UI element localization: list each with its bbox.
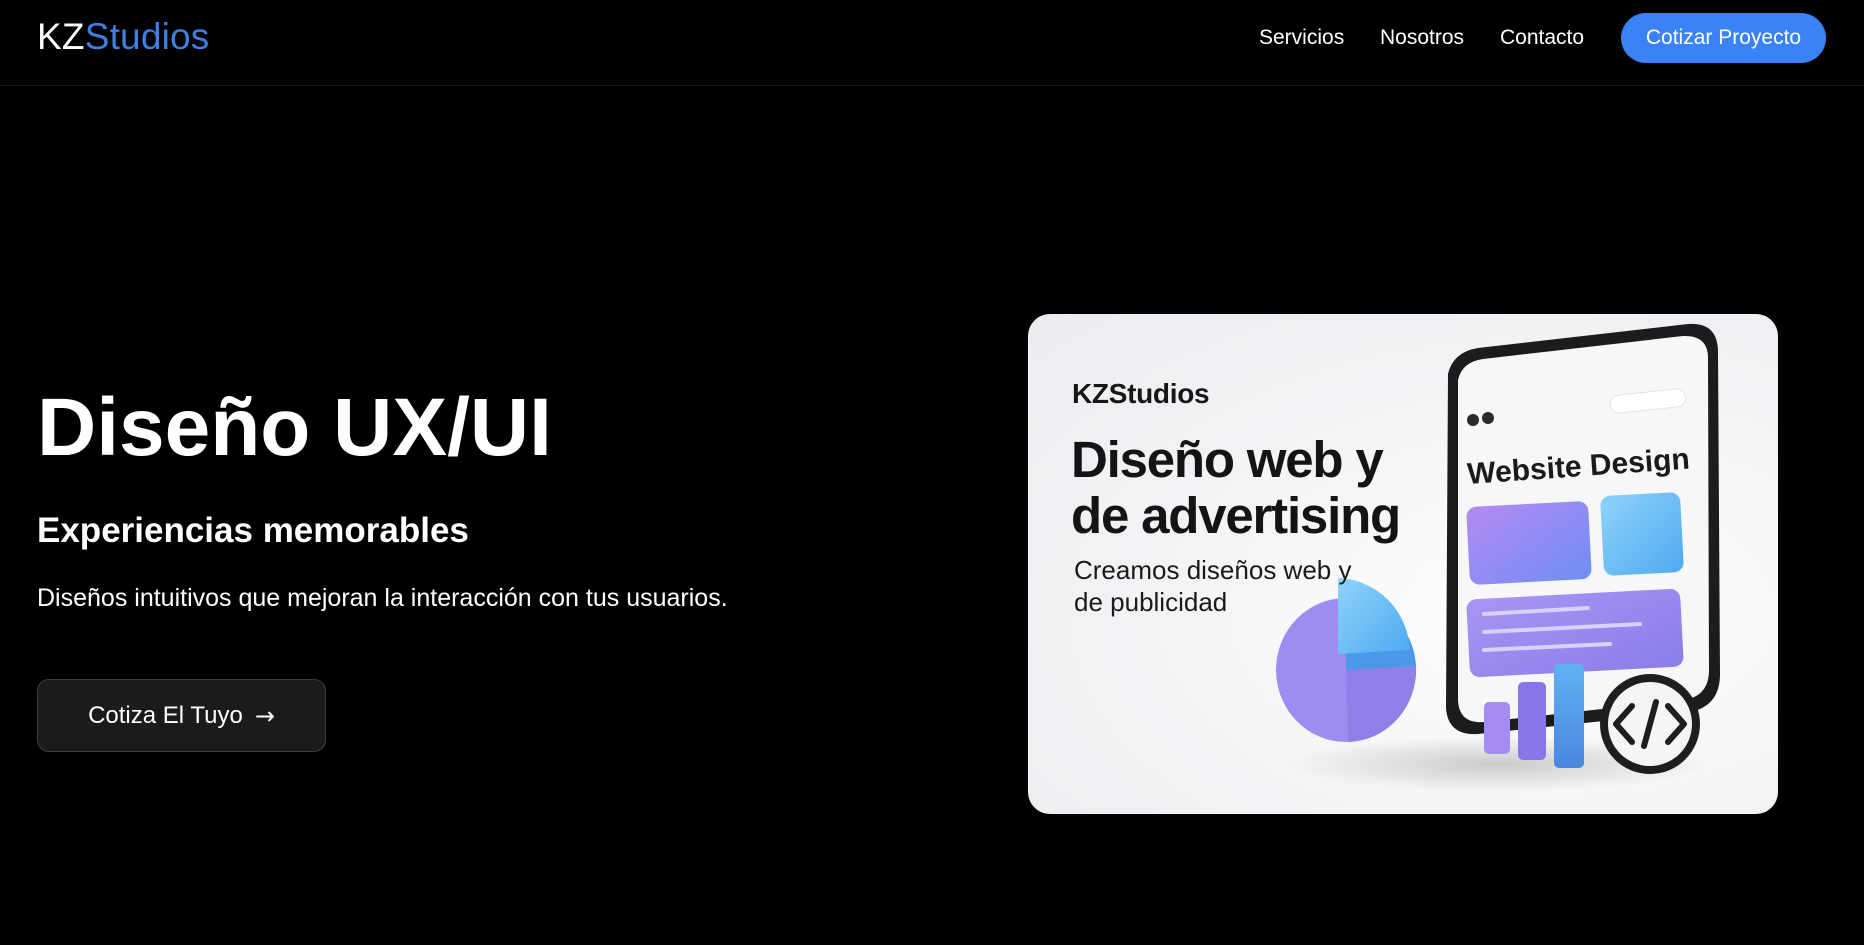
hero-subtitle: Experiencias memorables <box>37 511 469 550</box>
top-navbar: KZStudios Servicios Nosotros Contacto Co… <box>0 0 1864 86</box>
quote-yours-label: Cotiza El Tuyo <box>88 701 243 729</box>
hero-promo-image: Website Design KZStudios Diseño web y de… <box>1028 314 1778 814</box>
camera-dot <box>1482 412 1494 424</box>
ui-card-purple <box>1466 501 1592 585</box>
arrow-right-icon: → <box>254 701 275 730</box>
card-title: Diseño web y de advertising <box>1071 431 1401 544</box>
nav-link-contacto[interactable]: Contacto <box>1500 25 1584 51</box>
logo-kz-text: KZ <box>37 16 85 57</box>
logo-studios-text: Studios <box>84 16 210 57</box>
quote-yours-button[interactable]: Cotiza El Tuyo → <box>37 679 326 752</box>
camera-dot <box>1467 414 1479 426</box>
card-brand: KZStudios <box>1072 378 1210 409</box>
nav-link-servicios[interactable]: Servicios <box>1259 25 1344 51</box>
brand-logo[interactable]: KZStudios <box>37 14 210 60</box>
hero-description: Diseños intuitivos que mejoran la intera… <box>37 584 728 612</box>
quote-project-button[interactable]: Cotizar Proyecto <box>1621 13 1826 63</box>
ui-card-blue <box>1600 492 1684 576</box>
hero-title: Diseño UX/UI <box>37 382 552 473</box>
card-description: Creamos diseños web y de publicidad <box>1074 555 1352 617</box>
nav-link-nosotros[interactable]: Nosotros <box>1380 25 1464 51</box>
code-icon <box>1600 674 1700 774</box>
